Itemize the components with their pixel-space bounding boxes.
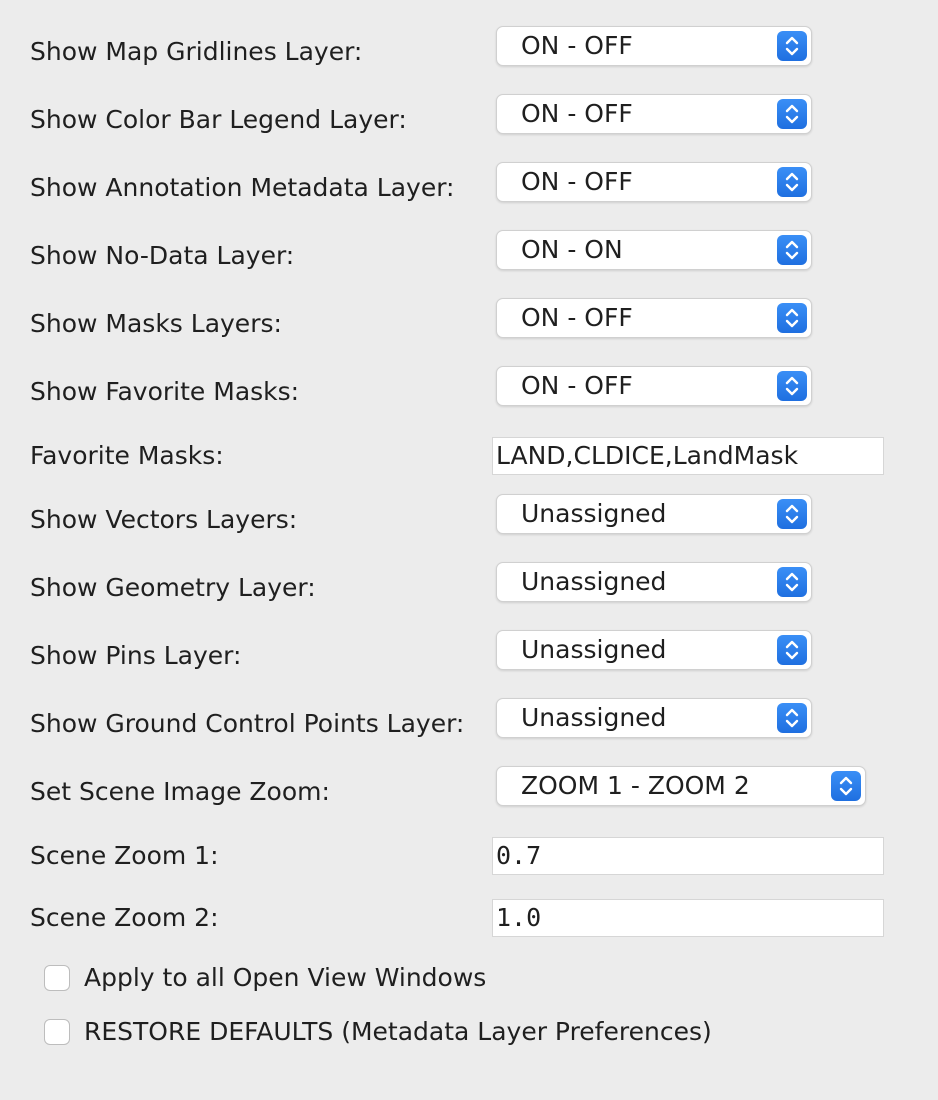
label-ground-control-points: Show Ground Control Points Layer: bbox=[30, 709, 465, 738]
label-vectors-layers: Show Vectors Layers: bbox=[30, 505, 298, 534]
select-pins-layer[interactable]: Unassigned bbox=[496, 630, 812, 670]
label-scene-zoom-1: Scene Zoom 1: bbox=[30, 841, 219, 870]
select-value: ON - OFF bbox=[521, 167, 633, 196]
label-favorite-masks: Favorite Masks: bbox=[30, 441, 224, 470]
field-value: LAND,CLDICE,LandMask bbox=[496, 441, 799, 470]
apply-all-windows-checkbox[interactable] bbox=[44, 965, 70, 991]
favorite-masks-input[interactable]: LAND,CLDICE,LandMask bbox=[492, 437, 884, 475]
select-value: ON - OFF bbox=[521, 31, 633, 60]
select-annotation-metadata[interactable]: ON - OFF bbox=[496, 162, 812, 202]
field-value: 0.7 bbox=[496, 841, 542, 870]
up-down-chevron-icon bbox=[777, 567, 807, 597]
select-masks-layers[interactable]: ON - OFF bbox=[496, 298, 812, 338]
select-value: Unassigned bbox=[521, 499, 667, 528]
select-geometry-layer[interactable]: Unassigned bbox=[496, 562, 812, 602]
up-down-chevron-icon bbox=[777, 371, 807, 401]
up-down-chevron-icon bbox=[777, 303, 807, 333]
label-map-gridlines: Show Map Gridlines Layer: bbox=[30, 37, 363, 66]
up-down-chevron-icon bbox=[777, 499, 807, 529]
up-down-chevron-icon bbox=[777, 31, 807, 61]
select-value: Unassigned bbox=[521, 635, 667, 664]
restore-defaults-label[interactable]: RESTORE DEFAULTS (Metadata Layer Prefere… bbox=[84, 1017, 712, 1047]
label-show-favorite-masks: Show Favorite Masks: bbox=[30, 377, 300, 406]
select-vectors-layers[interactable]: Unassigned bbox=[496, 494, 812, 534]
select-map-gridlines[interactable]: ON - OFF bbox=[496, 26, 812, 66]
select-value: ON - OFF bbox=[521, 371, 633, 400]
restore-defaults-checkbox[interactable] bbox=[44, 1019, 70, 1045]
select-value: ZOOM 1 - ZOOM 2 bbox=[521, 771, 750, 800]
label-geometry-layer: Show Geometry Layer: bbox=[30, 573, 316, 602]
label-color-bar-legend: Show Color Bar Legend Layer: bbox=[30, 105, 407, 134]
up-down-chevron-icon bbox=[777, 635, 807, 665]
label-scene-image-zoom: Set Scene Image Zoom: bbox=[30, 777, 330, 806]
up-down-chevron-icon bbox=[777, 703, 807, 733]
up-down-chevron-icon bbox=[777, 167, 807, 197]
select-color-bar-legend[interactable]: ON - OFF bbox=[496, 94, 812, 134]
select-show-favorite-masks[interactable]: ON - OFF bbox=[496, 366, 812, 406]
select-value: Unassigned bbox=[521, 567, 667, 596]
up-down-chevron-icon bbox=[777, 235, 807, 265]
label-scene-zoom-2: Scene Zoom 2: bbox=[30, 903, 219, 932]
label-masks-layers: Show Masks Layers: bbox=[30, 309, 282, 338]
select-value: ON - OFF bbox=[521, 99, 633, 128]
apply-all-windows-label[interactable]: Apply to all Open View Windows bbox=[84, 963, 486, 993]
label-no-data: Show No-Data Layer: bbox=[30, 241, 295, 270]
up-down-chevron-icon bbox=[831, 771, 861, 801]
select-scene-image-zoom[interactable]: ZOOM 1 - ZOOM 2 bbox=[496, 766, 866, 806]
label-annotation-metadata: Show Annotation Metadata Layer: bbox=[30, 173, 455, 202]
label-pins-layer: Show Pins Layer: bbox=[30, 641, 242, 670]
select-no-data[interactable]: ON - ON bbox=[496, 230, 812, 270]
select-ground-control-points[interactable]: Unassigned bbox=[496, 698, 812, 738]
up-down-chevron-icon bbox=[777, 99, 807, 129]
scene-zoom-1-input[interactable]: 0.7 bbox=[492, 837, 884, 875]
field-value: 1.0 bbox=[496, 903, 542, 932]
select-value: ON - OFF bbox=[521, 303, 633, 332]
select-value: Unassigned bbox=[521, 703, 667, 732]
select-value: ON - ON bbox=[521, 235, 623, 264]
scene-zoom-2-input[interactable]: 1.0 bbox=[492, 899, 884, 937]
